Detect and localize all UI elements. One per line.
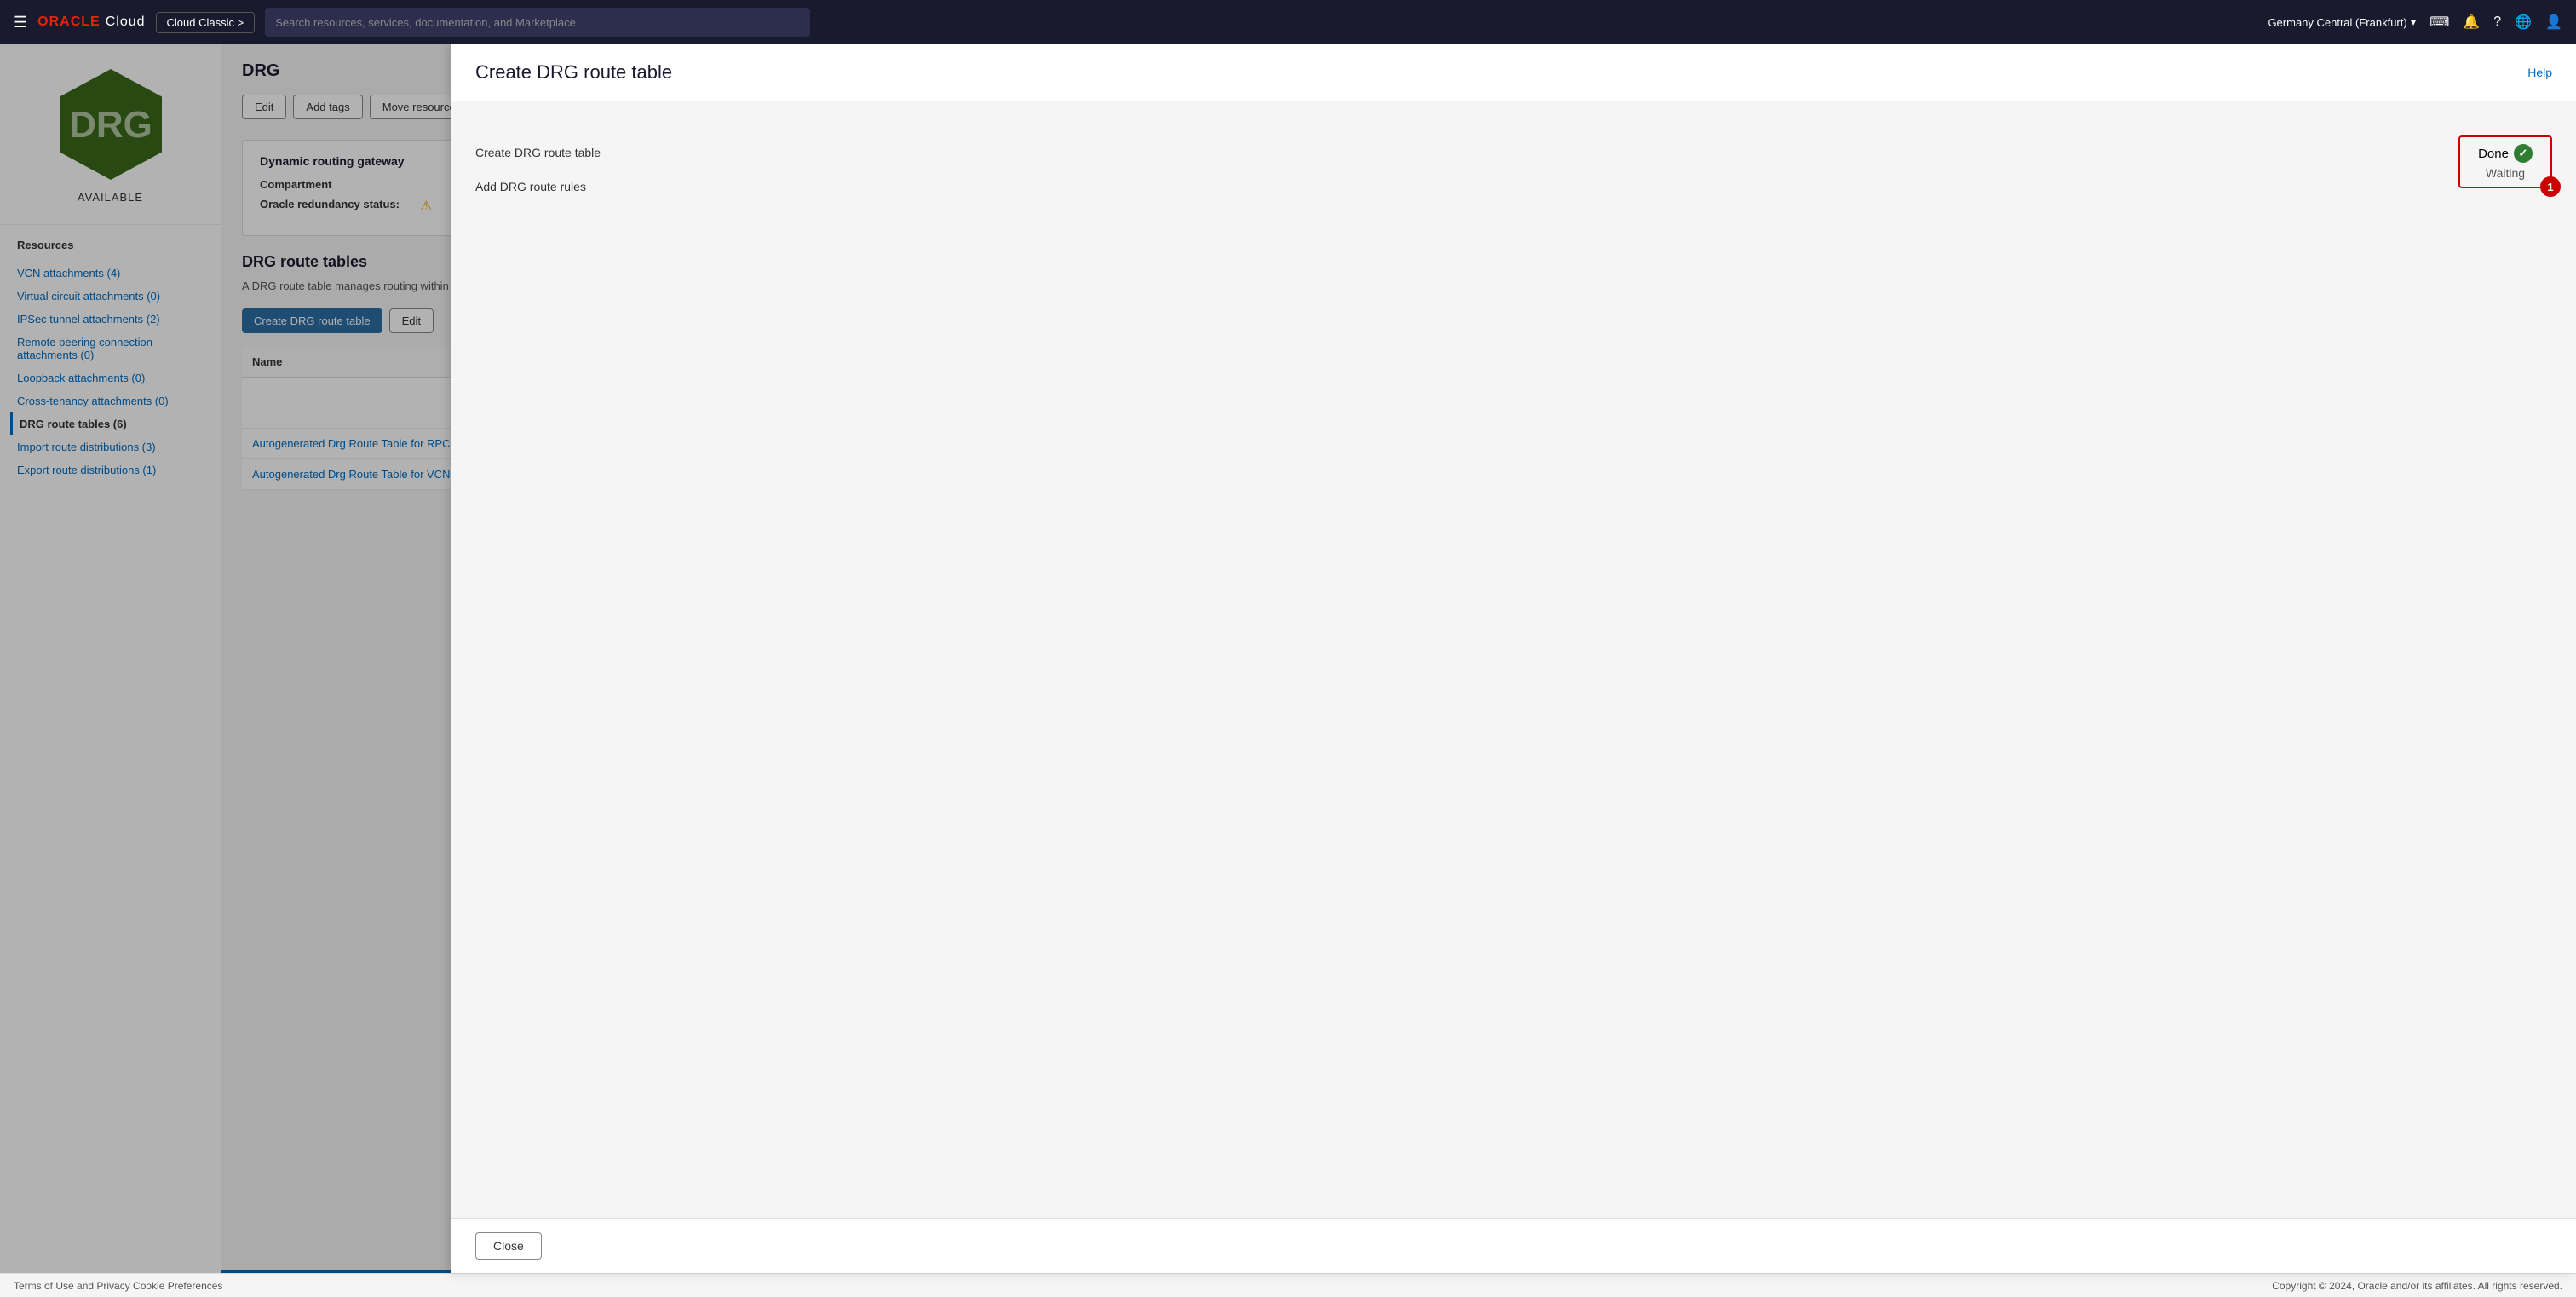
workflow-labels: Create DRG route table Add DRG route rul… [475, 135, 601, 204]
cloud-text: Cloud [106, 14, 146, 30]
top-navigation: ☰ ORACLE Cloud Cloud Classic > Germany C… [0, 0, 2576, 44]
workflow-steps: Create DRG route table Add DRG route rul… [475, 125, 2552, 214]
step-1-label: Create DRG route table [475, 146, 601, 159]
modal-title: Create DRG route table [475, 61, 672, 84]
workflow-container: Create DRG route table Add DRG route rul… [475, 125, 2552, 214]
modal-header: Create DRG route table Help [451, 44, 2576, 101]
status-waiting: Waiting [2486, 166, 2525, 180]
nav-right-area: Germany Central (Frankfurt) ▾ ⌨ 🔔 ? 🌐 👤 [2268, 14, 2562, 31]
check-circle-icon: ✓ [2514, 144, 2533, 163]
modal-overlay: Create DRG route table Help Create DRG r… [0, 44, 2576, 1273]
user-icon[interactable]: 👤 [2545, 14, 2562, 31]
footer-right: Copyright © 2024, Oracle and/or its affi… [2272, 1280, 2562, 1292]
close-button[interactable]: Close [475, 1232, 542, 1260]
modal-panel: Create DRG route table Help Create DRG r… [451, 44, 2576, 1273]
bell-icon[interactable]: 🔔 [2463, 14, 2480, 31]
footer: Terms of Use and Privacy Cookie Preferen… [0, 1273, 2576, 1297]
workflow-step-1: Create DRG route table [475, 135, 601, 170]
help-icon[interactable]: ? [2493, 14, 2501, 30]
region-selector[interactable]: Germany Central (Frankfurt) ▾ [2268, 15, 2416, 29]
modal-footer: Close [451, 1218, 2576, 1273]
status-box: Done ✓ Waiting 1 [2458, 135, 2552, 188]
hamburger-menu-icon[interactable]: ☰ [14, 14, 27, 32]
oracle-text: ORACLE [37, 14, 101, 30]
workflow-step-2: Add DRG route rules [475, 170, 601, 204]
region-label: Germany Central (Frankfurt) [2268, 16, 2406, 29]
modal-body: Create DRG route table Add DRG route rul… [451, 101, 2576, 1218]
cloud-classic-button[interactable]: Cloud Classic > [156, 12, 256, 33]
globe-icon[interactable]: 🌐 [2515, 14, 2532, 31]
step-2-label: Add DRG route rules [475, 180, 586, 193]
footer-left: Terms of Use and Privacy Cookie Preferen… [14, 1280, 222, 1292]
oracle-logo: ORACLE Cloud [37, 14, 145, 30]
status-done-row: Done ✓ [2478, 144, 2533, 163]
badge-number: 1 [2540, 176, 2561, 197]
done-label: Done [2478, 147, 2509, 161]
chevron-down-icon: ▾ [2411, 15, 2417, 29]
search-input[interactable] [265, 8, 810, 37]
terminal-icon[interactable]: ⌨ [2429, 14, 2449, 31]
modal-help-link[interactable]: Help [2527, 66, 2552, 79]
